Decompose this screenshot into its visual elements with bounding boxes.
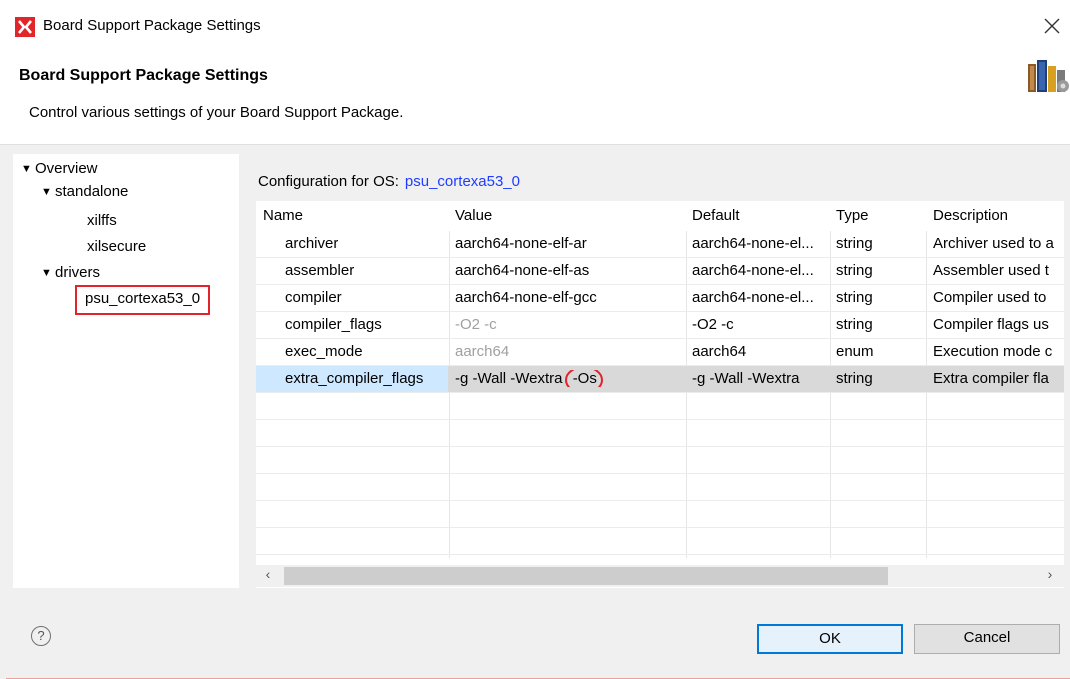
help-icon[interactable]: ?	[31, 626, 51, 646]
table-row-empty	[256, 393, 1064, 420]
cell-type: string	[836, 235, 873, 252]
cell-description: Execution mode c	[933, 343, 1053, 360]
tree-item-standalone[interactable]: ▼ standalone	[41, 181, 128, 203]
column-header-name[interactable]: Name	[263, 207, 303, 224]
table-row[interactable]: compiler_flags -O2 -c -O2 -c string Comp…	[256, 312, 1064, 339]
scrollbar-thumb[interactable]	[284, 567, 888, 585]
scroll-right-icon[interactable]: ›	[1040, 566, 1060, 582]
settings-tree: ▼ Overview ▼ standalone xilffs xilsecure ▼…	[13, 154, 239, 588]
tree-item-psu-cortexa53-0[interactable]: psu_cortexa53_0	[75, 285, 211, 315]
red-circle-annotation	[564, 370, 603, 387]
cell-description: Compiler flags us	[933, 316, 1049, 333]
cell-description: Extra compiler fla	[933, 370, 1049, 387]
configuration-label: Configuration for OS: psu_cortexa53_0	[258, 173, 520, 190]
tree-item-label: drivers	[55, 264, 101, 281]
configuration-label-text: Configuration for OS:	[258, 173, 399, 190]
scroll-left-icon[interactable]: ‹	[258, 566, 278, 582]
tree-item-label: standalone	[55, 183, 129, 200]
cell-value[interactable]: aarch64-none-elf-as	[455, 262, 589, 279]
cell-name: compiler_flags	[285, 316, 382, 333]
tree-item-overview[interactable]: ▼ Overview	[21, 158, 98, 180]
cell-description: Compiler used to	[933, 289, 1047, 306]
table-row-empty	[256, 501, 1064, 528]
table-row[interactable]: assembler aarch64-none-elf-as aarch64-no…	[256, 258, 1064, 285]
table-row[interactable]: exec_mode aarch64 aarch64 enum Execution…	[256, 339, 1064, 366]
column-header-type[interactable]: Type	[836, 207, 869, 224]
cell-value[interactable]: -g -Wall -Wextra -Os	[455, 370, 603, 387]
table-row-empty	[256, 447, 1064, 474]
cell-type: enum	[836, 343, 874, 360]
xilinx-logo-icon	[15, 17, 35, 37]
column-header-value[interactable]: Value	[455, 207, 492, 224]
cell-name: assembler	[285, 262, 355, 279]
chevron-down-icon[interactable]: ▼	[41, 181, 55, 203]
cell-value[interactable]: aarch64	[455, 343, 509, 360]
horizontal-scrollbar[interactable]: ‹ ›	[256, 565, 1064, 587]
cell-name: exec_mode	[285, 343, 363, 360]
cell-description: Assembler used t	[933, 262, 1049, 279]
cancel-button[interactable]: Cancel	[914, 624, 1060, 654]
dialog-header: Board Support Package Settings Control v…	[0, 56, 1070, 144]
cell-name: extra_compiler_flags	[256, 366, 448, 392]
close-icon[interactable]	[1040, 14, 1064, 38]
highlighted-flag: -Os	[564, 370, 603, 387]
cell-name: archiver	[285, 235, 339, 252]
header-title: Board Support Package Settings	[19, 67, 268, 84]
cell-type: string	[836, 370, 873, 387]
tree-item-xilffs[interactable]: xilffs	[87, 210, 117, 232]
tree-item-label: xilffs	[87, 212, 117, 229]
tree-item-drivers[interactable]: ▼ drivers	[41, 262, 100, 284]
table-row-selected[interactable]: extra_compiler_flags -g -Wall -Wextra -O…	[256, 366, 1064, 393]
cell-default: aarch64	[692, 343, 747, 360]
window-title: Board Support Package Settings	[43, 17, 261, 34]
tree-item-label: psu_cortexa53_0	[85, 290, 201, 307]
cell-description: Archiver used to a	[933, 235, 1054, 252]
cell-value[interactable]: aarch64-none-elf-gcc	[455, 289, 597, 306]
column-header-description[interactable]: Description	[933, 207, 1008, 224]
tree-item-label: xilsecure	[87, 238, 147, 255]
chevron-down-icon[interactable]: ▼	[21, 158, 35, 180]
table-header: Name Value Default Type Description	[256, 201, 1064, 231]
table-row-empty	[256, 528, 1064, 555]
cell-value[interactable]: aarch64-none-elf-ar	[455, 235, 587, 252]
books-icon	[1028, 56, 1070, 96]
cell-default: aarch64-none-el...	[692, 289, 814, 306]
dialog-body: ▼ Overview ▼ standalone xilffs xilsecure ▼…	[0, 144, 1070, 592]
dialog-footer: ? OK Cancel	[0, 592, 1070, 679]
ok-button[interactable]: OK	[757, 624, 903, 654]
cell-name: compiler	[285, 289, 342, 306]
settings-table: Name Value Default Type Description arch…	[256, 201, 1064, 588]
table-row[interactable]: archiver aarch64-none-elf-ar aarch64-non…	[256, 231, 1064, 258]
title-bar: Board Support Package Settings	[0, 0, 1070, 56]
column-header-default[interactable]: Default	[692, 207, 740, 224]
header-description: Control various settings of your Board S…	[29, 104, 404, 121]
chevron-down-icon[interactable]: ▼	[41, 262, 55, 284]
table-row-empty	[256, 474, 1064, 501]
cell-type: string	[836, 262, 873, 279]
cell-type: string	[836, 316, 873, 333]
cell-default: -O2 -c	[692, 316, 734, 333]
value-text: -g -Wall -Wextra	[455, 370, 563, 387]
cell-default: aarch64-none-el...	[692, 235, 814, 252]
configuration-os-link[interactable]: psu_cortexa53_0	[405, 173, 520, 190]
cell-default: -g -Wall -Wextra	[692, 370, 800, 387]
cell-default: aarch64-none-el...	[692, 262, 814, 279]
cell-type: string	[836, 289, 873, 306]
cell-value[interactable]: -O2 -c	[455, 316, 497, 333]
table-row-empty	[256, 420, 1064, 447]
tree-item-xilsecure[interactable]: xilsecure	[87, 236, 146, 258]
table-row[interactable]: compiler aarch64-none-elf-gcc aarch64-no…	[256, 285, 1064, 312]
tree-item-label: Overview	[35, 160, 98, 177]
